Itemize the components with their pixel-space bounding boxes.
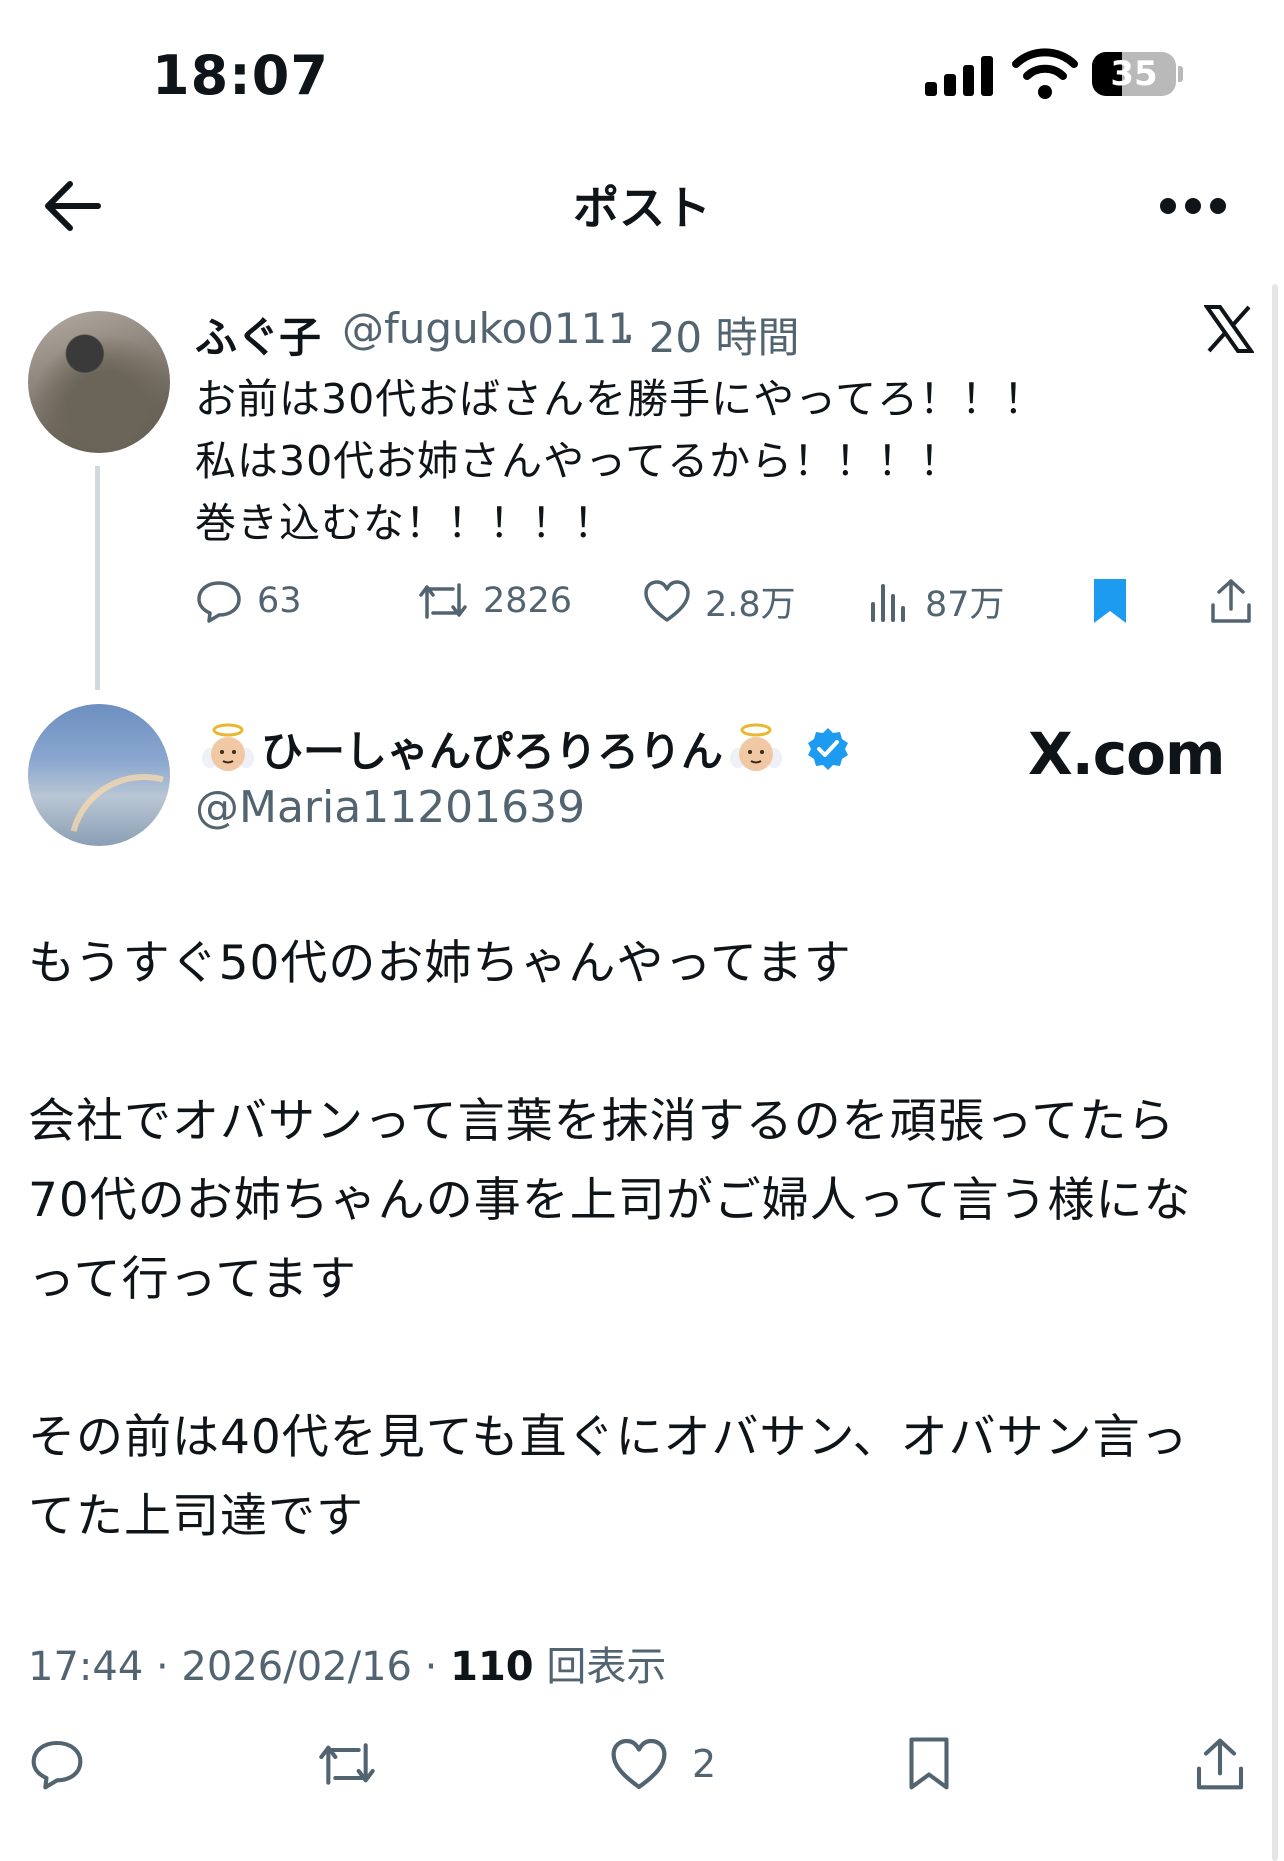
reply-button[interactable] <box>28 1732 86 1796</box>
heart-icon <box>611 1738 667 1790</box>
author-handle[interactable]: @Maria11201639 <box>195 782 585 833</box>
reply-icon <box>197 581 241 623</box>
angel-emoji-icon <box>729 722 783 776</box>
scrollbar[interactable] <box>1272 284 1278 1861</box>
battery-icon: 35 <box>1092 52 1184 98</box>
xcom-watermark: X.com <box>1028 720 1225 788</box>
angel-emoji-icon <box>201 722 255 776</box>
avatar[interactable] <box>28 311 170 453</box>
x-logo-icon <box>1204 304 1254 354</box>
like-button[interactable]: 2 <box>610 1732 716 1796</box>
heart-icon <box>644 580 690 622</box>
page-title: ポスト <box>573 181 711 235</box>
share-icon <box>1196 1738 1244 1790</box>
view-label: 回表示 <box>533 1644 667 1690</box>
more-button[interactable] <box>1158 195 1228 217</box>
like-button[interactable]: 2.8万 <box>643 573 796 629</box>
repost-button[interactable]: 2826 <box>417 573 572 629</box>
author-name[interactable]: ひーしゃんぴろりろりん <box>261 718 723 779</box>
verified-badge-icon[interactable] <box>805 726 851 772</box>
avatar[interactable] <box>28 704 170 846</box>
action-bar: 63 2826 2.8万 87万 <box>195 573 1255 629</box>
post-meta: 17:44 · 2026/02/16 · 110 回表示 <box>28 1634 666 1692</box>
battery-level: 35 <box>1110 54 1158 94</box>
author-handle[interactable]: @fuguko0111 <box>342 304 634 353</box>
author-name-row[interactable]: ひーしゃんぴろりろりん <box>195 718 851 779</box>
bookmark-filled-icon <box>1094 579 1126 623</box>
thread-connector <box>95 466 100 690</box>
share-button[interactable] <box>1207 573 1255 629</box>
views-count: 87万 <box>925 584 1005 625</box>
view-count: 110 <box>450 1644 534 1690</box>
post-text: もうすぐ50代のお姉ちゃんやってます 会社でオバサンって言葉を抹消するのを頑張っ… <box>28 936 1192 1544</box>
wifi-icon <box>1012 46 1078 100</box>
post-timestamp: 17:44 · 2026/02/16 · <box>28 1644 451 1690</box>
reply-icon <box>31 1740 83 1790</box>
repost-icon <box>419 583 467 619</box>
views-button[interactable]: 87万 <box>867 573 1005 629</box>
reply-button[interactable]: 63 <box>195 573 302 629</box>
repost-count: 2826 <box>483 581 573 621</box>
more-dots-icon <box>1160 198 1226 214</box>
like-count: 2 <box>692 1742 717 1786</box>
status-time: 18:07 <box>152 44 329 107</box>
bookmark-icon <box>909 1737 949 1790</box>
bookmark-button[interactable] <box>904 1732 954 1796</box>
views-chart-icon <box>871 584 905 622</box>
share-icon <box>1211 579 1251 623</box>
repost-icon <box>319 1743 375 1785</box>
post-text: お前は30代おばさんを勝手にやってろ！！！ 私は30代お姉さんやってるから！！！… <box>195 375 1046 547</box>
like-count: 2.8万 <box>705 584 796 625</box>
cellular-signal-icon <box>925 54 993 96</box>
action-bar: 2 <box>28 1732 1258 1796</box>
share-button[interactable] <box>1192 1732 1248 1796</box>
post-time: · 20 時間 <box>622 313 800 362</box>
bookmark-button[interactable] <box>1090 573 1130 629</box>
author-name[interactable]: ふぐ子 <box>195 304 321 365</box>
reply-count: 63 <box>257 581 302 621</box>
repost-button[interactable] <box>316 1732 378 1796</box>
